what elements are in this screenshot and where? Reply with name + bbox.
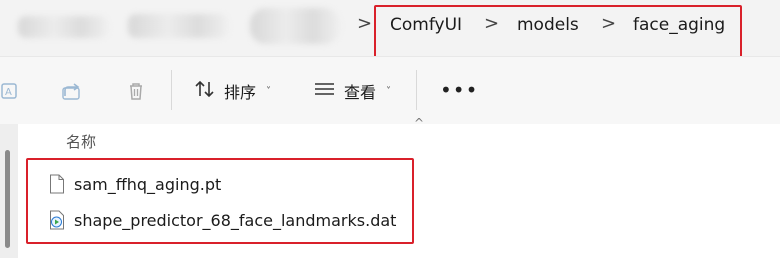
breadcrumb-item-comfyui[interactable]: ComfyUI — [390, 15, 462, 35]
sort-indicator-icon: ^ — [414, 116, 425, 130]
svg-text:A: A — [5, 87, 12, 98]
toolbar-divider — [416, 70, 417, 110]
blank-file-icon — [48, 173, 66, 195]
chevron-down-icon: ˅ — [386, 85, 392, 97]
blurred-path-segment — [250, 8, 340, 44]
file-name: sam_ffhq_aging.pt — [74, 174, 222, 194]
file-row[interactable]: sam_ffhq_aging.pt — [48, 170, 221, 198]
sort-icon — [194, 79, 216, 103]
file-row[interactable]: shape_predictor_68_face_landmarks.dat — [48, 206, 396, 234]
more-options-button[interactable]: ••• — [440, 78, 478, 102]
blurred-path-segment — [18, 16, 108, 38]
delete-icon[interactable] — [124, 79, 148, 103]
chevron-down-icon: ˅ — [266, 85, 272, 97]
view-lines-icon — [314, 80, 336, 102]
column-header-name[interactable]: 名称 — [66, 131, 96, 152]
media-file-icon — [48, 209, 66, 231]
sort-button[interactable]: 排序 ˅ — [194, 77, 271, 105]
breadcrumb-separator: > — [357, 13, 373, 34]
breadcrumb-separator[interactable]: > — [484, 13, 499, 34]
file-name: shape_predictor_68_face_landmarks.dat — [74, 210, 397, 230]
breadcrumb-item-models[interactable]: models — [517, 15, 579, 35]
toolbar-divider — [171, 70, 172, 110]
breadcrumb-separator[interactable]: > — [601, 13, 616, 34]
rename-icon[interactable]: A — [0, 79, 24, 103]
scrollbar-thumb[interactable] — [5, 150, 10, 248]
blurred-path-segment — [128, 14, 228, 38]
breadcrumb-item-face-aging[interactable]: face_aging — [633, 15, 725, 35]
view-label: 查看 — [344, 83, 377, 102]
sort-label: 排序 — [224, 83, 257, 102]
share-icon[interactable] — [60, 79, 84, 103]
view-button[interactable]: 查看 ˅ — [314, 77, 391, 105]
